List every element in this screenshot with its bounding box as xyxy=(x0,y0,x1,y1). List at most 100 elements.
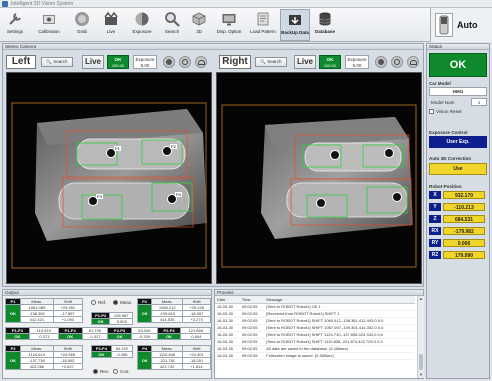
position-row-rz: RZ 179.990 xyxy=(427,250,489,260)
left-camera-icon xyxy=(182,59,188,65)
right-search-button[interactable]: 🔍 Search xyxy=(255,57,287,67)
log-date: 16-03-30 xyxy=(215,345,240,353)
load-pattern-button[interactable]: Load Pattern xyxy=(248,9,278,41)
rev-label: Rev. xyxy=(100,369,109,374)
left-zoom-button[interactable] xyxy=(163,56,175,68)
ref-label: Ref. xyxy=(98,300,107,305)
position-row-rx: RX -179.982 xyxy=(427,226,489,236)
right-zoom-button[interactable] xyxy=(375,56,387,68)
p4-table: P4 Meas. Shift OK 1110.846 +24.301 -221.781-… xyxy=(136,345,212,370)
3d-icon xyxy=(191,10,208,27)
backup-data-button[interactable]: BackUp Data xyxy=(280,9,310,41)
position-axis: RY xyxy=(429,239,441,247)
backup-icon xyxy=(287,11,304,28)
left-exposure-box[interactable]: Exposure 5.00 xyxy=(133,55,157,69)
left-camera-image[interactable]: P1 P2 P3 P4 xyxy=(6,72,212,284)
left-view-button[interactable] xyxy=(195,56,207,68)
grab-button[interactable]: Grab xyxy=(70,9,94,41)
rev-radio-dot xyxy=(94,370,97,373)
log-time: 09:02:05 xyxy=(239,331,265,339)
vision-reset-label: Vision Reset xyxy=(436,109,462,114)
exposure-label: Exposure xyxy=(132,29,152,34)
auto3d-value[interactable]: Use xyxy=(429,163,487,175)
right-camera-button[interactable] xyxy=(391,56,403,68)
meas-radio-dot xyxy=(114,301,117,304)
p2-ok: OK xyxy=(136,304,153,323)
log-row[interactable]: 16-03-30 09:02:05 Fullscreen image is save… xyxy=(215,352,415,360)
pattern-icon xyxy=(255,10,272,27)
log-time: 09:02:05 xyxy=(239,310,265,318)
p4-meas-z: 422.742 xyxy=(151,363,183,370)
p3p4-shift: -0.266 xyxy=(110,351,134,358)
auto-mode-panel[interactable]: Auto xyxy=(430,8,492,42)
log-row[interactable]: 16-03-30 09:02:05 [Sent to ROBOT Robot1] O… xyxy=(215,303,415,311)
corr-label: Corr. xyxy=(120,369,130,374)
car-model-field[interactable]: HMI1 xyxy=(429,87,487,96)
log-time: 09:02:05 xyxy=(239,352,265,360)
meas-label: Meas. xyxy=(120,300,133,305)
3d-button[interactable]: 3D xyxy=(188,9,210,41)
p1p3-shift: -0.371 xyxy=(28,333,59,340)
model-num-field[interactable]: 1 xyxy=(471,98,487,106)
left-search-button[interactable]: 🔍 Search xyxy=(41,57,73,67)
p1p3-ok: OK xyxy=(5,333,30,340)
right-camera-image[interactable] xyxy=(216,72,422,284)
ref-radio[interactable] xyxy=(91,300,96,305)
output-header: Output xyxy=(3,290,211,296)
live-icon xyxy=(103,10,120,27)
position-row-ry: RY 0.006 xyxy=(427,238,489,248)
calibration-button[interactable]: Calibration xyxy=(34,9,64,41)
exposure-button[interactable]: Exposure xyxy=(128,9,156,41)
position-axis: RZ xyxy=(429,251,441,259)
display-option-button[interactable]: Disp. Option xyxy=(214,9,244,41)
left-camera-button[interactable] xyxy=(179,56,191,68)
stereo-camera-header: Stereo Camera xyxy=(3,44,423,50)
right-exposure-box[interactable]: Exposure 5.00 xyxy=(345,55,369,69)
status-header: Status xyxy=(427,44,489,50)
robot-position-list: X 932.170 Y -110.213 Z 684.531 RX -179.982 R… xyxy=(427,190,489,270)
scroll-up-arrow[interactable]: ▲ xyxy=(418,296,424,302)
p2-meas-z: 414.535 xyxy=(151,316,184,323)
grab-label: Grab xyxy=(76,29,87,34)
meas-radio[interactable] xyxy=(113,300,118,305)
settings-button[interactable]: Settings xyxy=(2,9,28,41)
calibration-label: Calibration xyxy=(38,29,60,34)
database-button[interactable]: Database xyxy=(312,9,338,41)
exposure-control-value[interactable]: User Exp. xyxy=(429,136,487,148)
log-date: 16-03-30 xyxy=(215,324,240,332)
search-button[interactable]: Search xyxy=(160,9,184,41)
process-log[interactable]: Date Time Message 16-03-30 09:02:05 [Sent … xyxy=(215,296,417,378)
p4-shift-z: +1.814 xyxy=(181,363,212,370)
log-row[interactable]: 16-03-30 09:02:05 [Received from ROBOT Rob… xyxy=(215,310,415,318)
log-time: 09:02:05 xyxy=(239,338,265,346)
p2p4-ok: OK xyxy=(156,333,182,340)
log-row[interactable]: 16-03-30 09:02:05 [Sent to ROBOT Robot1] S… xyxy=(215,317,415,325)
log-message: [Sent to ROBOT Robot1] SHIFT 1060.912,-1… xyxy=(264,317,415,325)
position-value: 0.006 xyxy=(443,239,485,247)
right-live-button[interactable]: Live xyxy=(294,55,316,69)
scroll-down-arrow[interactable]: ▼ xyxy=(418,372,424,378)
log-row[interactable]: 16-03-30 09:02:05 All data are saved to th… xyxy=(215,345,415,353)
p2-shift-z: +3.273 xyxy=(182,316,211,323)
log-row[interactable]: 16-03-30 09:02:05 [Sent to ROBOT Robot1] S… xyxy=(215,331,415,339)
right-view-button[interactable] xyxy=(407,56,419,68)
vision-reset-checkbox[interactable] xyxy=(429,109,434,114)
left-view-icon xyxy=(197,60,205,65)
live-button[interactable]: Live xyxy=(100,9,122,41)
log-row[interactable]: 16-03-30 09:02:05 [Sent to ROBOT Robot1] S… xyxy=(215,338,415,346)
rev-radio[interactable] xyxy=(93,369,98,374)
process-scrollbar[interactable]: ▲ ▼ xyxy=(417,296,424,378)
scroll-thumb[interactable] xyxy=(419,354,423,370)
p3p4-ok: OK xyxy=(91,351,112,358)
auto-mode-label: Auto xyxy=(457,20,478,30)
position-value: -110.213 xyxy=(443,203,485,211)
log-date: 16-03-30 xyxy=(215,317,240,325)
left-live-button[interactable]: Live xyxy=(82,55,104,69)
left-zoom-icon xyxy=(166,59,172,65)
database-icon xyxy=(317,10,334,27)
live-label: Live xyxy=(106,29,116,34)
left-camera-label: Left xyxy=(6,55,36,69)
log-row[interactable]: 16-03-30 09:02:05 [Sent to ROBOT Robot1] S… xyxy=(215,324,415,332)
corr-radio[interactable] xyxy=(113,369,118,374)
p1p2-shift: -0.503 xyxy=(109,318,133,325)
